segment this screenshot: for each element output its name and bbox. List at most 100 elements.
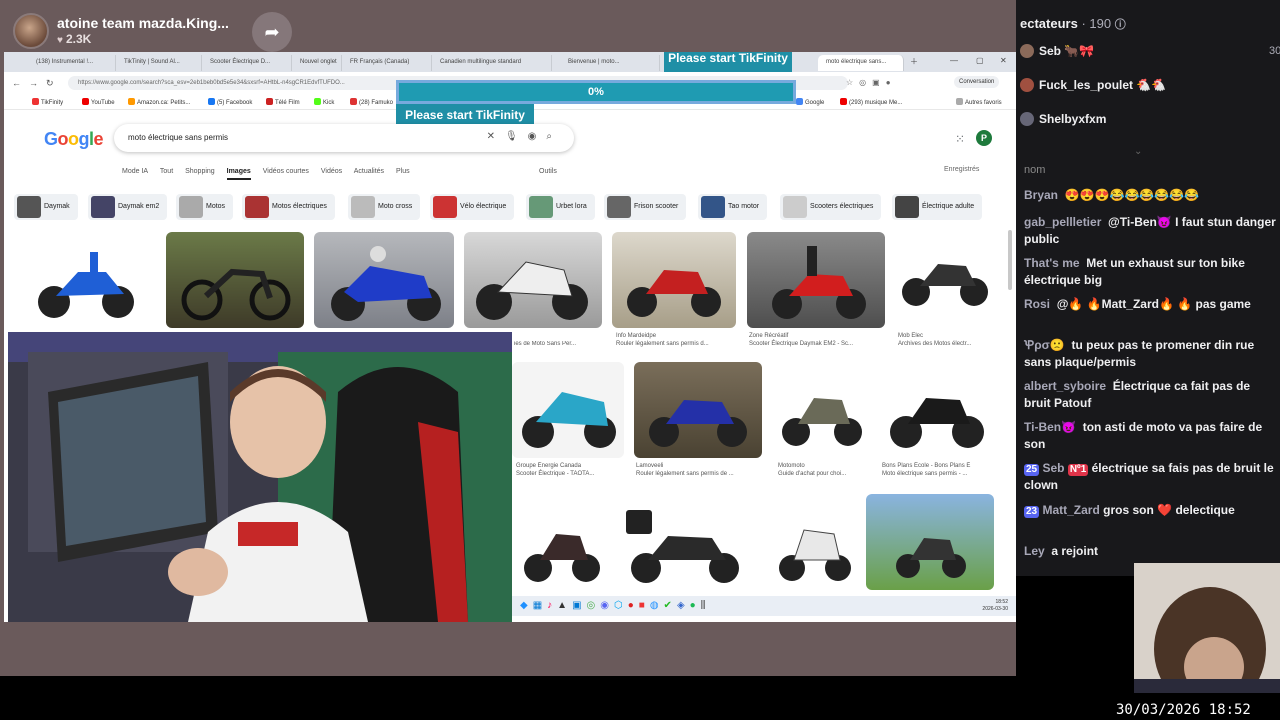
- tab-images[interactable]: Images: [226, 168, 251, 180]
- close-window-icon[interactable]: ✕: [1000, 56, 1007, 65]
- chip[interactable]: Daymak: [14, 194, 78, 220]
- tab-plus[interactable]: Plus: [396, 168, 410, 175]
- shield-icon[interactable]: ⬡: [614, 600, 628, 611]
- app-icon[interactable]: ⫼: [701, 600, 711, 611]
- extension-icon[interactable]: ▣: [872, 78, 886, 87]
- browser-tab[interactable]: Nouvel onglet: [292, 55, 342, 71]
- chip[interactable]: Électrique adulte: [892, 194, 983, 220]
- chip[interactable]: Urbet lora: [526, 194, 595, 220]
- bookmark-star-icon[interactable]: ☆: [846, 78, 859, 87]
- browser-tab[interactable]: Canadien multilingue standard: [432, 55, 552, 71]
- image-result[interactable]: [776, 362, 866, 458]
- profile-avatar[interactable]: P: [976, 130, 992, 146]
- image-result[interactable]: [747, 232, 885, 328]
- browser-tab[interactable]: Bienvenue | moto...: [560, 55, 660, 71]
- lens-icon[interactable]: ◉: [528, 131, 547, 142]
- chip[interactable]: Tao motor: [698, 194, 768, 220]
- app-icon[interactable]: ▲: [557, 600, 572, 611]
- expand-chevron-icon[interactable]: ⌄: [1134, 146, 1142, 157]
- edge-icon[interactable]: ◆: [520, 600, 533, 611]
- saved-link[interactable]: Enregistrés: [944, 166, 979, 173]
- tools-menu[interactable]: Outils: [539, 168, 557, 175]
- chip[interactable]: Moto cross: [348, 194, 421, 220]
- bookmark-item[interactable]: YouTube: [82, 98, 115, 106]
- conversation-button[interactable]: Conversation: [954, 76, 1000, 88]
- bookmark-item[interactable]: TikFinity: [32, 98, 63, 106]
- tab-tout[interactable]: Tout: [160, 168, 173, 175]
- browser-tab[interactable]: FR Français (Canada): [342, 55, 432, 71]
- top-viewer[interactable]: Fuck_les_poulet 🐔🐔: [1020, 78, 1166, 92]
- bookmark-item[interactable]: Autres favoris: [956, 98, 1002, 106]
- chip[interactable]: Scooters électriques: [780, 194, 882, 220]
- image-result[interactable]: [16, 232, 156, 328]
- profile-icon[interactable]: ●: [886, 78, 897, 87]
- tab-shopping[interactable]: Shopping: [185, 168, 215, 175]
- apps-grid-icon[interactable]: ⁙: [955, 132, 965, 146]
- tab-videos-courtes[interactable]: Vidéos courtes: [263, 168, 309, 175]
- taskbar-clock[interactable]: 18:52 2026-03-30: [982, 599, 1008, 613]
- app-icon[interactable]: ■: [639, 600, 650, 611]
- bookmark-item[interactable]: (293) musique Me...: [840, 98, 902, 106]
- image-result[interactable]: [634, 362, 762, 458]
- chip[interactable]: Frison scooter: [604, 194, 687, 220]
- chrome-icon[interactable]: ◎: [587, 600, 601, 611]
- google-logo[interactable]: Google: [44, 129, 104, 150]
- bookmark-item[interactable]: (5) Facebook: [208, 98, 252, 106]
- tikfinity-top-banner: Please start TikFinity: [664, 52, 792, 72]
- reload-icon[interactable]: ↻: [46, 78, 62, 88]
- browser-tab[interactable]: Scooter Électrique D...: [202, 55, 292, 71]
- image-result[interactable]: [866, 494, 994, 590]
- top-viewer[interactable]: Seb 🐂🎀: [1020, 44, 1094, 58]
- explorer-icon[interactable]: ▣: [572, 600, 586, 611]
- store-icon[interactable]: ▦: [533, 600, 547, 611]
- image-result[interactable]: [894, 232, 994, 328]
- chip[interactable]: Motos électriques: [242, 194, 335, 220]
- browser-tab[interactable]: TikTinity | Sound Al...: [116, 55, 202, 71]
- image-result[interactable]: [314, 232, 454, 328]
- image-result[interactable]: [770, 494, 858, 590]
- tab-videos[interactable]: Vidéos: [321, 168, 342, 175]
- chip[interactable]: Vélo électrique: [430, 194, 515, 220]
- bookmark-item[interactable]: Télé Film: [266, 98, 300, 106]
- extension-icon[interactable]: ◎: [859, 78, 872, 87]
- chip[interactable]: Motos: [176, 194, 234, 220]
- forward-icon[interactable]: →: [29, 78, 46, 88]
- top-viewer[interactable]: Shelbyxfxm: [1020, 112, 1106, 126]
- new-tab-icon[interactable]: ＋: [910, 56, 918, 67]
- image-result[interactable]: [512, 362, 624, 458]
- tiktok-icon[interactable]: ♪: [547, 600, 557, 611]
- app-icon[interactable]: ✔: [664, 600, 677, 611]
- streamer-avatar[interactable]: [13, 13, 49, 49]
- app-icon[interactable]: ◍: [650, 600, 664, 611]
- app-icon[interactable]: ◈: [677, 600, 690, 611]
- image-result[interactable]: [464, 232, 602, 328]
- obs-icon[interactable]: ●: [628, 600, 639, 611]
- image-result[interactable]: [880, 362, 994, 458]
- bookmark-item[interactable]: Amazon.ca: Petits...: [128, 98, 190, 106]
- image-result[interactable]: [166, 232, 304, 328]
- discord-icon[interactable]: ◉: [600, 600, 614, 611]
- microphone-icon[interactable]: 🎙: [505, 131, 528, 142]
- share-button[interactable]: ➦: [252, 12, 292, 52]
- google-search-box[interactable]: moto électrique sans permis ✕🎙◉⌕: [114, 124, 574, 152]
- browser-tab-active[interactable]: moto électrique sans...: [818, 55, 904, 71]
- search-query[interactable]: moto électrique sans permis: [128, 133, 228, 142]
- bookmark-item[interactable]: Kick: [314, 98, 334, 106]
- clear-icon[interactable]: ✕: [487, 131, 505, 142]
- browser-tab[interactable]: (138) Instrumental !...: [28, 55, 116, 71]
- search-icon[interactable]: ⌕: [546, 131, 562, 142]
- tab-actualites[interactable]: Actualités: [354, 168, 384, 175]
- info-icon[interactable]: ⓘ: [1115, 19, 1126, 31]
- page-scrollbar[interactable]: [1008, 230, 1012, 290]
- bookmark-item[interactable]: Google: [796, 98, 824, 106]
- image-result[interactable]: [518, 494, 606, 590]
- chip[interactable]: Daymak em2: [88, 194, 168, 220]
- minimize-icon[interactable]: —: [950, 56, 958, 65]
- maximize-icon[interactable]: ▢: [976, 56, 984, 65]
- bookmark-item[interactable]: (28) Famuko: [350, 98, 393, 106]
- tab-mode-ia[interactable]: Mode IA: [122, 168, 148, 175]
- image-result[interactable]: [616, 494, 756, 590]
- image-result[interactable]: [612, 232, 736, 328]
- spotify-icon[interactable]: ●: [690, 600, 701, 611]
- back-icon[interactable]: ←: [12, 78, 29, 88]
